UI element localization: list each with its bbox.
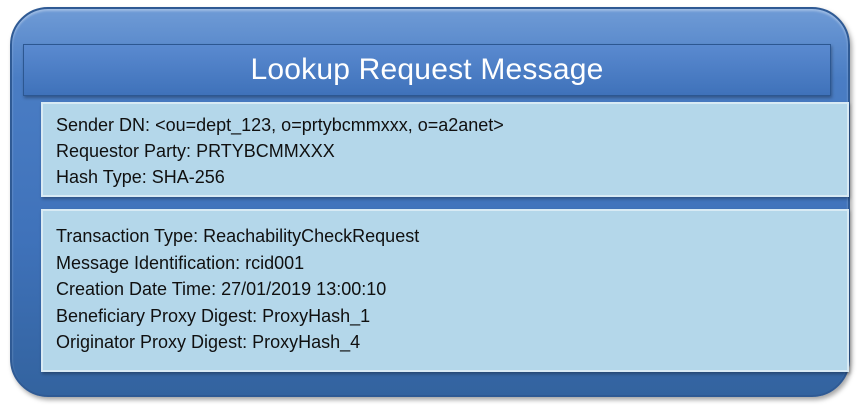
message-title: Lookup Request Message bbox=[23, 44, 831, 96]
requestor-party-line: Requestor Party: PRTYBCMMXXX bbox=[56, 138, 847, 164]
hash-type-value: SHA-256 bbox=[151, 167, 225, 187]
originator-proxy-digest-line: Originator Proxy Digest: ProxyHash_4 bbox=[56, 329, 847, 356]
creation-date-time-value: 27/01/2019 13:00:10 bbox=[221, 279, 387, 299]
originator-proxy-digest-label: Originator Proxy Digest: bbox=[56, 332, 248, 352]
message-identification-line: Message Identification: rcid001 bbox=[56, 250, 847, 277]
originator-proxy-digest-value: ProxyHash_4 bbox=[252, 332, 361, 352]
beneficiary-proxy-digest-value: ProxyHash_1 bbox=[262, 305, 371, 326]
creation-date-time-label: Creation Date Time: bbox=[56, 279, 217, 299]
creation-date-time-line: Creation Date Time: 27/01/2019 13:00:10 bbox=[56, 276, 847, 303]
sender-dn-value: <ou=dept_123, o=prtybcmmxxx, o=a2anet> bbox=[155, 115, 504, 135]
requestor-party-label: Requestor Party: bbox=[56, 141, 192, 161]
hash-type-line: Hash Type: SHA-256 bbox=[56, 164, 847, 190]
requestor-party-value: PRTYBCMMXXX bbox=[196, 141, 335, 161]
message-identification-label: Message Identification: bbox=[56, 252, 241, 273]
sender-dn-line: Sender DN: <ou=dept_123, o=prtybcmmxxx, … bbox=[56, 112, 847, 138]
beneficiary-proxy-digest-line: Beneficiary Proxy Digest: ProxyHash_1 bbox=[56, 303, 847, 330]
header-section: Sender DN: <ou=dept_123, o=prtybcmmxxx, … bbox=[41, 102, 849, 197]
transaction-type-value: ReachabilityCheckRequest bbox=[203, 226, 420, 246]
transaction-type-label: Transaction Type: bbox=[56, 226, 199, 246]
beneficiary-proxy-digest-label: Beneficiary Proxy Digest: bbox=[56, 305, 258, 326]
transaction-type-line: Transaction Type: ReachabilityCheckReque… bbox=[56, 223, 847, 250]
body-section: Transaction Type: ReachabilityCheckReque… bbox=[41, 209, 849, 372]
sender-dn-label: Sender DN: bbox=[56, 115, 151, 135]
message-identification-value: rcid001 bbox=[245, 252, 305, 273]
hash-type-label: Hash Type: bbox=[56, 167, 147, 187]
